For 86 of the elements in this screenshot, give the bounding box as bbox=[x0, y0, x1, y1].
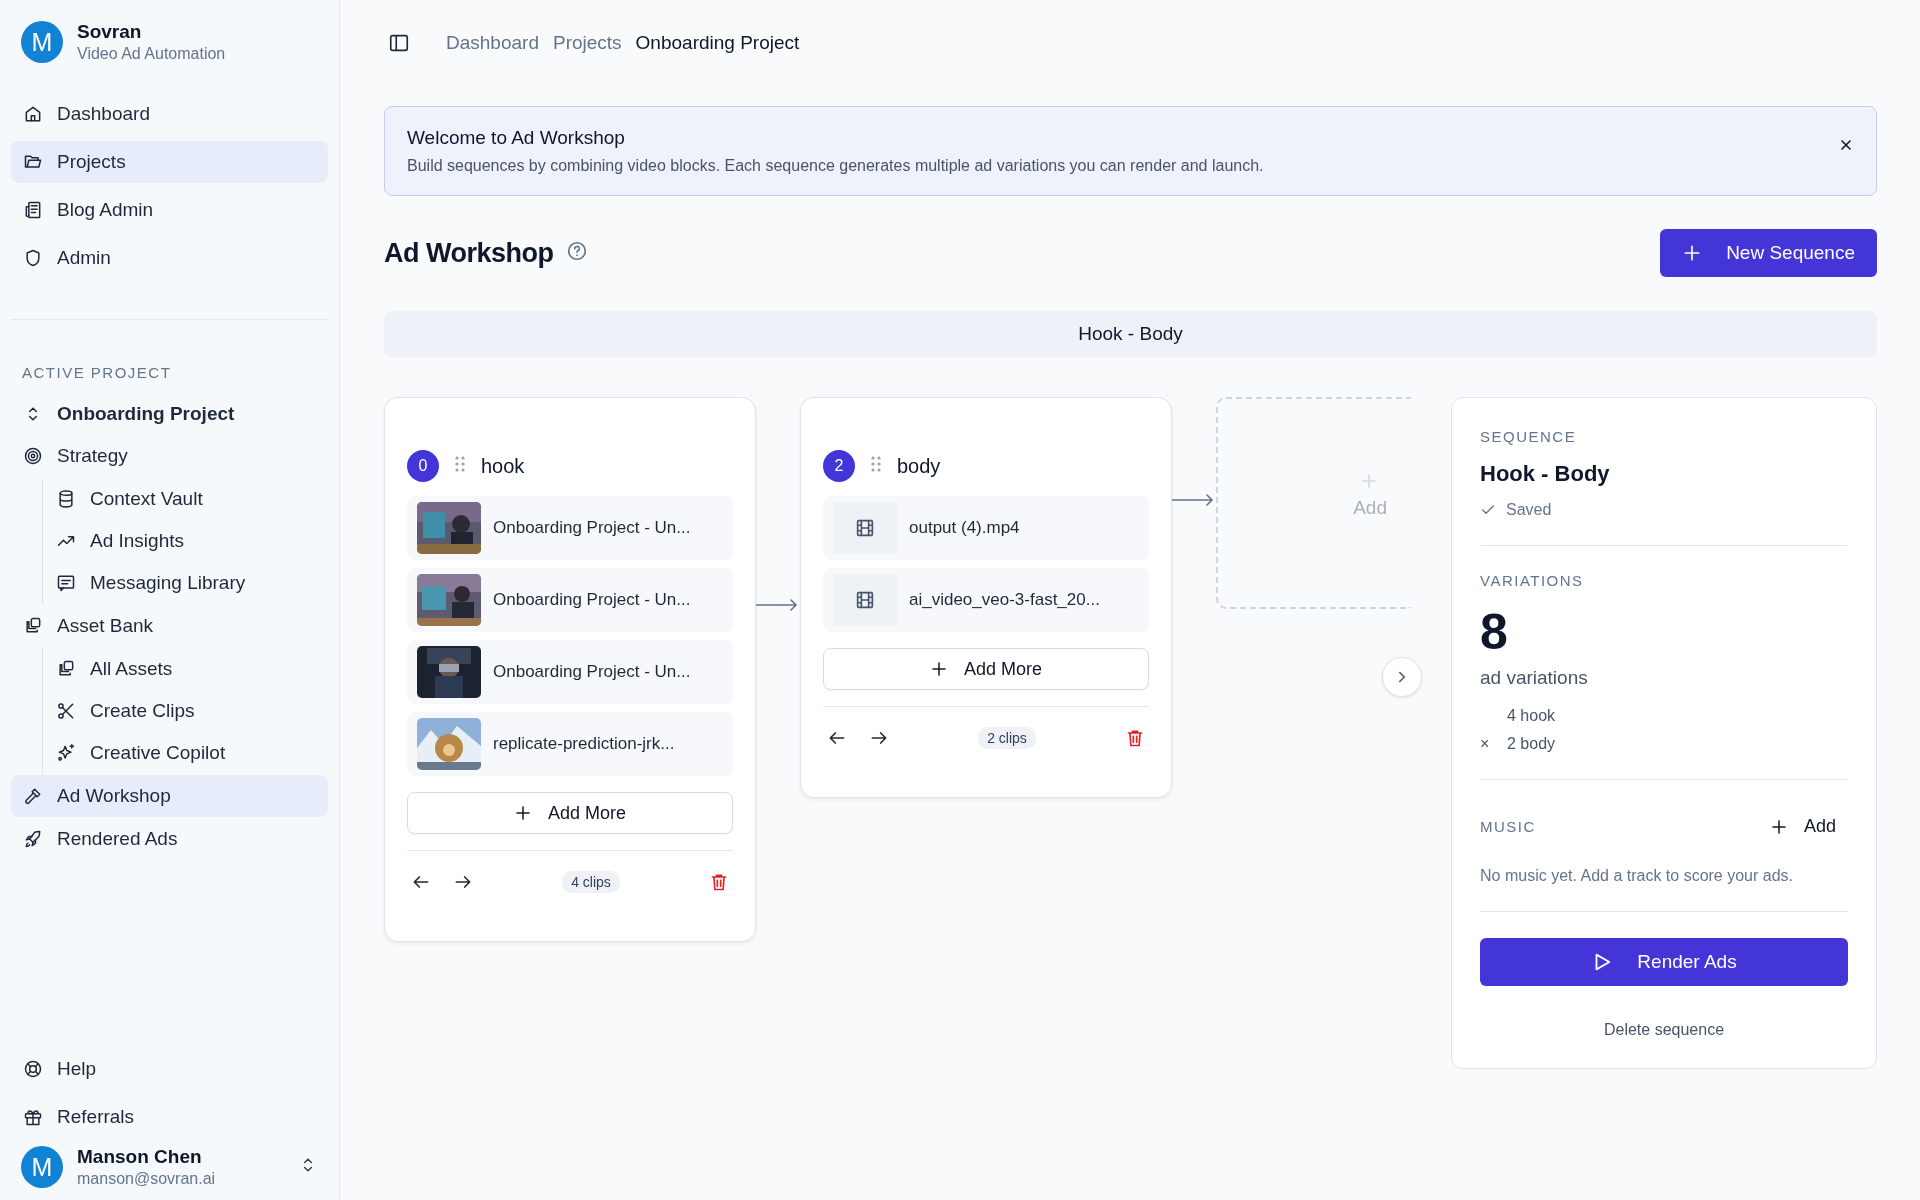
sidebar-item[interactable]: Blog Admin bbox=[11, 189, 328, 231]
sidebar-item[interactable]: Creative Copilot bbox=[44, 732, 328, 774]
plus-icon bbox=[929, 660, 948, 678]
block-number: 0 bbox=[407, 450, 439, 482]
sequence-name: Hook - Body bbox=[1480, 461, 1611, 487]
section-label: VARIATIONS bbox=[1480, 572, 1585, 589]
home-icon bbox=[23, 104, 43, 124]
avatar: M bbox=[21, 21, 63, 63]
user-email: manson@sovran.ai bbox=[77, 1170, 216, 1188]
sidebar-item[interactable]: Strategy bbox=[11, 435, 328, 477]
sidebar-item[interactable]: Projects bbox=[11, 141, 328, 183]
newspaper-icon bbox=[23, 200, 43, 220]
breadcrumb-link[interactable]: Projects bbox=[552, 32, 622, 54]
block-name: hook bbox=[481, 454, 525, 478]
sequence-tab[interactable]: Hook - Body bbox=[384, 311, 1877, 357]
clip-row[interactable]: output (4).mp4 bbox=[823, 496, 1149, 560]
variation-factor: 4 hook bbox=[1507, 707, 1556, 725]
sidebar-item[interactable]: Context Vault bbox=[44, 478, 328, 520]
plus-icon bbox=[1769, 817, 1788, 836]
sidebar-item[interactable]: Ad Insights bbox=[44, 520, 328, 562]
breadcrumb-link[interactable]: Onboarding Project bbox=[635, 32, 800, 54]
multiply-sign: × bbox=[1480, 735, 1491, 753]
variation-count: 8 bbox=[1480, 607, 1509, 657]
drag-handle-icon[interactable] bbox=[869, 455, 883, 473]
clip-row[interactable]: Onboarding Project - Un... bbox=[407, 640, 733, 704]
sidebar-item[interactable]: Admin bbox=[11, 237, 328, 279]
clip-row[interactable]: replicate-prediction-jrk... bbox=[407, 712, 733, 776]
target-icon bbox=[23, 446, 43, 466]
banner-title: Welcome to Ad Workshop bbox=[407, 127, 626, 149]
message-icon bbox=[56, 573, 76, 593]
avatar: M bbox=[21, 1146, 63, 1188]
add-music-button[interactable]: Add bbox=[1769, 816, 1836, 837]
clip-row[interactable]: Onboarding Project - Un... bbox=[407, 568, 733, 632]
shield-icon bbox=[23, 248, 43, 268]
project-switcher[interactable]: Onboarding Project bbox=[11, 393, 328, 435]
sparkle-icon bbox=[56, 743, 76, 763]
render-ads-button[interactable]: Render Ads bbox=[1480, 938, 1848, 986]
copy-icon bbox=[23, 616, 43, 636]
add-more-button[interactable]: Add More bbox=[407, 792, 733, 834]
film-icon bbox=[854, 589, 876, 611]
close-icon[interactable] bbox=[1838, 137, 1854, 153]
connector-arrow bbox=[1172, 492, 1216, 508]
empty-music-text: No music yet. Add a track to score your ads. bbox=[1480, 867, 1795, 885]
sidebar-item[interactable]: Ad Workshop bbox=[11, 775, 328, 817]
block-name: body bbox=[897, 454, 941, 478]
drag-handle-icon[interactable] bbox=[453, 455, 467, 473]
block-number: 2 bbox=[823, 450, 855, 482]
film-icon bbox=[854, 517, 876, 539]
help-icon bbox=[23, 1059, 43, 1079]
scissors-icon bbox=[56, 701, 76, 721]
clip-row[interactable]: Onboarding Project - Un... bbox=[407, 496, 733, 560]
user-name: Manson Chen bbox=[77, 1146, 203, 1168]
breadcrumb-link[interactable]: Dashboard bbox=[446, 32, 539, 54]
new-sequence-button[interactable]: New Sequence bbox=[1660, 229, 1877, 277]
rocket-icon bbox=[23, 829, 43, 849]
sidebar-item[interactable]: Rendered Ads bbox=[11, 818, 328, 860]
database-icon bbox=[56, 489, 76, 509]
add-more-button[interactable]: Add More bbox=[823, 648, 1149, 690]
sidebar-item[interactable]: Messaging Library bbox=[44, 562, 328, 604]
copy-icon bbox=[56, 659, 76, 679]
sidebar-item[interactable]: Create Clips bbox=[44, 690, 328, 732]
clip-count: 2 clips bbox=[978, 727, 1036, 749]
variation-factor: 2 body bbox=[1507, 735, 1556, 753]
clip-count: 4 clips bbox=[562, 871, 620, 893]
save-status: Saved bbox=[1506, 501, 1552, 519]
sidebar-item[interactable]: Asset Bank bbox=[11, 605, 328, 647]
help-icon bbox=[565, 240, 588, 262]
sidebar-item[interactable]: Dashboard bbox=[11, 93, 328, 135]
banner-text: Build sequences by combining video blocks. Each sequence generates multiple ad variations you can render and launch. bbox=[407, 157, 1264, 175]
sidebar-item[interactable]: Referrals bbox=[11, 1096, 328, 1138]
sidebar-item[interactable]: Help bbox=[11, 1048, 328, 1090]
brand-name: Sovran bbox=[77, 21, 143, 43]
gift-icon bbox=[23, 1107, 43, 1127]
section-label: MUSIC bbox=[1480, 818, 1536, 835]
section-label: SEQUENCE bbox=[1480, 428, 1578, 445]
plus-icon bbox=[513, 804, 532, 822]
plus-icon bbox=[1359, 471, 1379, 491]
delete-sequence-link[interactable]: Delete sequence bbox=[1597, 1020, 1731, 1040]
section-heading: ACTIVE PROJECT bbox=[21, 364, 173, 383]
connector-arrow bbox=[756, 597, 800, 613]
clip-row[interactable]: ai_video_veo-3-fast_20... bbox=[823, 568, 1149, 632]
page-title: Ad Workshop bbox=[384, 237, 554, 269]
hammer-icon bbox=[23, 786, 43, 806]
brand-subtitle: Video Ad Automation bbox=[77, 45, 226, 63]
sidebar-item[interactable]: All Assets bbox=[44, 648, 328, 690]
variation-caption: ad variations bbox=[1480, 667, 1589, 689]
